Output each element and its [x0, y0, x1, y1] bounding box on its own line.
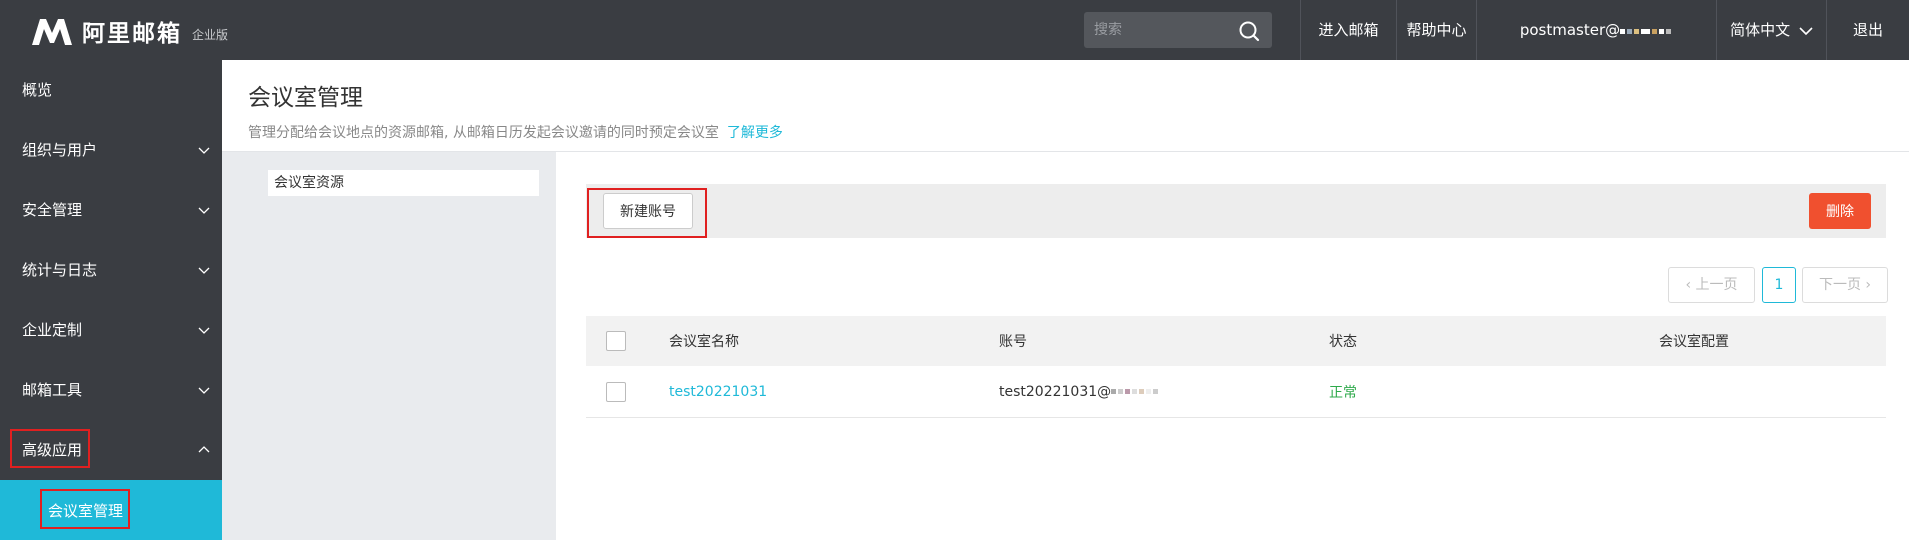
chevron-down-icon: [198, 327, 210, 334]
chevron-down-icon: [198, 387, 210, 394]
top-bar: 阿里邮箱 企业版 进入邮箱 帮助中心 postmaster@ 简体中文 退出: [0, 0, 1909, 60]
select-all-checkbox[interactable]: [606, 331, 626, 351]
room-name-link[interactable]: test20221031: [669, 366, 767, 417]
sidebar-item-customization[interactable]: 企业定制: [0, 300, 222, 360]
sidebar-item-stats-logs[interactable]: 统计与日志: [0, 240, 222, 300]
search-box: [1084, 12, 1272, 48]
nav-logout[interactable]: 退出: [1826, 0, 1909, 60]
resource-item-meeting-rooms[interactable]: 会议室资源: [268, 170, 539, 196]
chevron-down-icon: [198, 207, 210, 214]
account-email: postmaster@: [1519, 21, 1621, 39]
logo-edition: 企业版: [192, 27, 229, 42]
nav-language[interactable]: 简体中文: [1716, 0, 1826, 60]
row-checkbox[interactable]: [606, 382, 626, 402]
page-title: 会议室管理: [248, 85, 363, 111]
column-header-status: 状态: [1329, 334, 1357, 350]
sidebar: 概览 组织与用户 安全管理 统计与日志 企业定制 邮箱工具 高级应用 会议室管理: [0, 60, 222, 540]
logo-mark-icon: [32, 19, 72, 45]
column-header-config: 会议室配置: [1659, 334, 1729, 350]
redacted-domain: [1620, 1, 1673, 61]
language-label: 简体中文: [1730, 21, 1791, 39]
room-account-text: test20221031@: [999, 383, 1112, 400]
table-header: 会议室名称 账号 状态 会议室配置: [586, 316, 1886, 366]
nav-help-center[interactable]: 帮助中心: [1396, 0, 1476, 60]
logo-text: 阿里邮箱: [82, 21, 182, 47]
resource-panel: 会议室资源: [222, 152, 556, 540]
highlight-box: [10, 429, 90, 468]
column-header-name: 会议室名称: [669, 334, 739, 350]
page-description: 管理分配给会议地点的资源邮箱, 从邮箱日历发起会议邀请的同时预定会议室 了解更多: [248, 122, 783, 142]
nav-enter-mailbox[interactable]: 进入邮箱: [1300, 0, 1396, 60]
sidebar-item-security[interactable]: 安全管理: [0, 180, 222, 240]
sidebar-item-overview[interactable]: 概览: [0, 60, 222, 120]
sidebar-item-label: 概览: [22, 81, 53, 99]
sidebar-item-label: 统计与日志: [22, 261, 98, 279]
sidebar-item-mail-tools[interactable]: 邮箱工具: [0, 360, 222, 420]
highlight-box: [40, 489, 130, 529]
sidebar-subitem-meeting-rooms[interactable]: 会议室管理: [0, 480, 222, 540]
sidebar-item-label: 企业定制: [22, 321, 83, 339]
sidebar-item-label: 组织与用户: [22, 141, 98, 159]
action-toolbar: 新建账号 删除: [586, 184, 1886, 238]
search-icon[interactable]: [1238, 20, 1260, 42]
next-page-button[interactable]: 下一页 ›: [1802, 267, 1888, 303]
chevron-down-icon: [198, 147, 210, 154]
table-row: test20221031 test20221031@ 正常: [586, 366, 1886, 418]
prev-page-button[interactable]: ‹ 上一页: [1668, 267, 1755, 303]
sidebar-item-org-users[interactable]: 组织与用户: [0, 120, 222, 180]
page-number-current[interactable]: 1: [1762, 267, 1796, 303]
status-badge: 正常: [1329, 384, 1357, 401]
search-input[interactable]: [1094, 12, 1224, 48]
logo[interactable]: 阿里邮箱 企业版: [30, 14, 228, 48]
highlight-box: [587, 188, 707, 238]
redacted-domain: [1111, 384, 1160, 400]
description-text: 管理分配给会议地点的资源邮箱, 从邮箱日历发起会议邀请的同时预定会议室: [248, 125, 719, 141]
sidebar-item-label: 邮箱工具: [22, 381, 83, 399]
room-account: test20221031@: [999, 366, 1160, 417]
page-header: 会议室管理 管理分配给会议地点的资源邮箱, 从邮箱日历发起会议邀请的同时预定会议…: [222, 60, 1909, 152]
column-header-account: 账号: [999, 334, 1027, 350]
nav-account[interactable]: postmaster@: [1476, 0, 1716, 60]
chevron-down-icon: [198, 267, 210, 274]
delete-button[interactable]: 删除: [1809, 193, 1871, 229]
chevron-up-icon: [198, 446, 210, 453]
chevron-down-icon: [1799, 26, 1813, 35]
sidebar-item-label: 安全管理: [22, 201, 83, 219]
learn-more-link[interactable]: 了解更多: [727, 125, 783, 141]
